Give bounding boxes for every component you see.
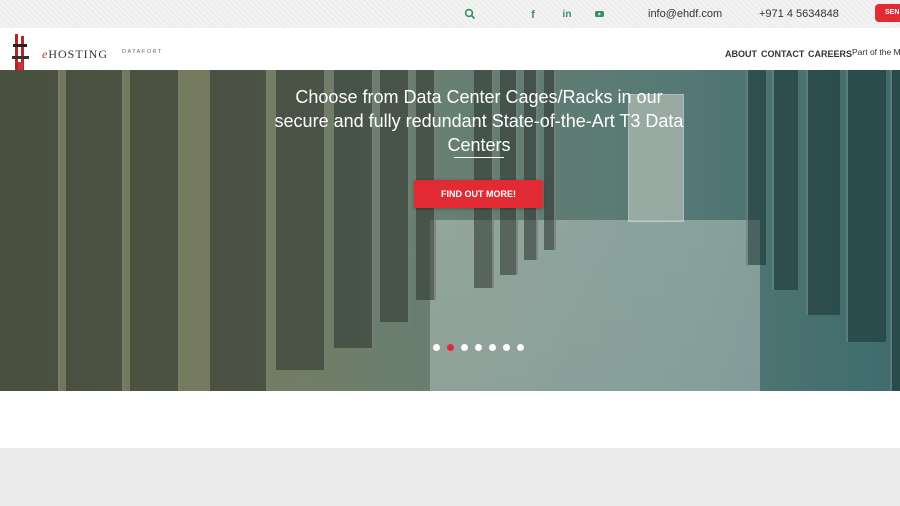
- linkedin-icon[interactable]: in: [560, 8, 574, 22]
- find-out-more-button[interactable]: FIND OUT MORE!: [414, 180, 543, 208]
- slider-dot-3[interactable]: [461, 344, 468, 351]
- content-band: [0, 391, 900, 448]
- nav-contact[interactable]: CONTACT: [761, 49, 804, 59]
- nav-about[interactable]: ABOUT: [725, 49, 757, 59]
- slider-dot-7[interactable]: [517, 344, 524, 351]
- email-link[interactable]: info@ehdf.com: [648, 8, 722, 20]
- slider-dot-6[interactable]: [503, 344, 510, 351]
- hero-slider: Choose from Data Center Cages/Racks in o…: [0, 70, 900, 391]
- logo-icon[interactable]: [11, 34, 31, 70]
- headline-underline: [454, 157, 504, 158]
- slider-dot-1[interactable]: [433, 344, 440, 351]
- logo-text[interactable]: eHOSTING: [42, 47, 108, 62]
- send-button[interactable]: SEN: [875, 4, 900, 22]
- logo-subtext: DATAFORT: [122, 49, 163, 55]
- youtube-icon[interactable]: [592, 8, 606, 22]
- nav-part-of[interactable]: Part of the M: [852, 47, 900, 57]
- slider-dot-5[interactable]: [489, 344, 496, 351]
- navbar: eHOSTING DATAFORT ABOUT CONTACT CAREERS …: [0, 28, 900, 70]
- facebook-icon[interactable]: f: [526, 8, 540, 22]
- top-bar: f in info@ehdf.com +971 4 5634848 SEN: [0, 0, 900, 28]
- phone-number[interactable]: +971 4 5634848: [759, 8, 839, 20]
- slider-dot-4[interactable]: [475, 344, 482, 351]
- nav-careers[interactable]: CAREERS: [808, 49, 852, 59]
- search-icon[interactable]: [463, 8, 477, 22]
- hero-headline: Choose from Data Center Cages/Racks in o…: [274, 87, 684, 155]
- slider-dot-2[interactable]: [447, 344, 454, 351]
